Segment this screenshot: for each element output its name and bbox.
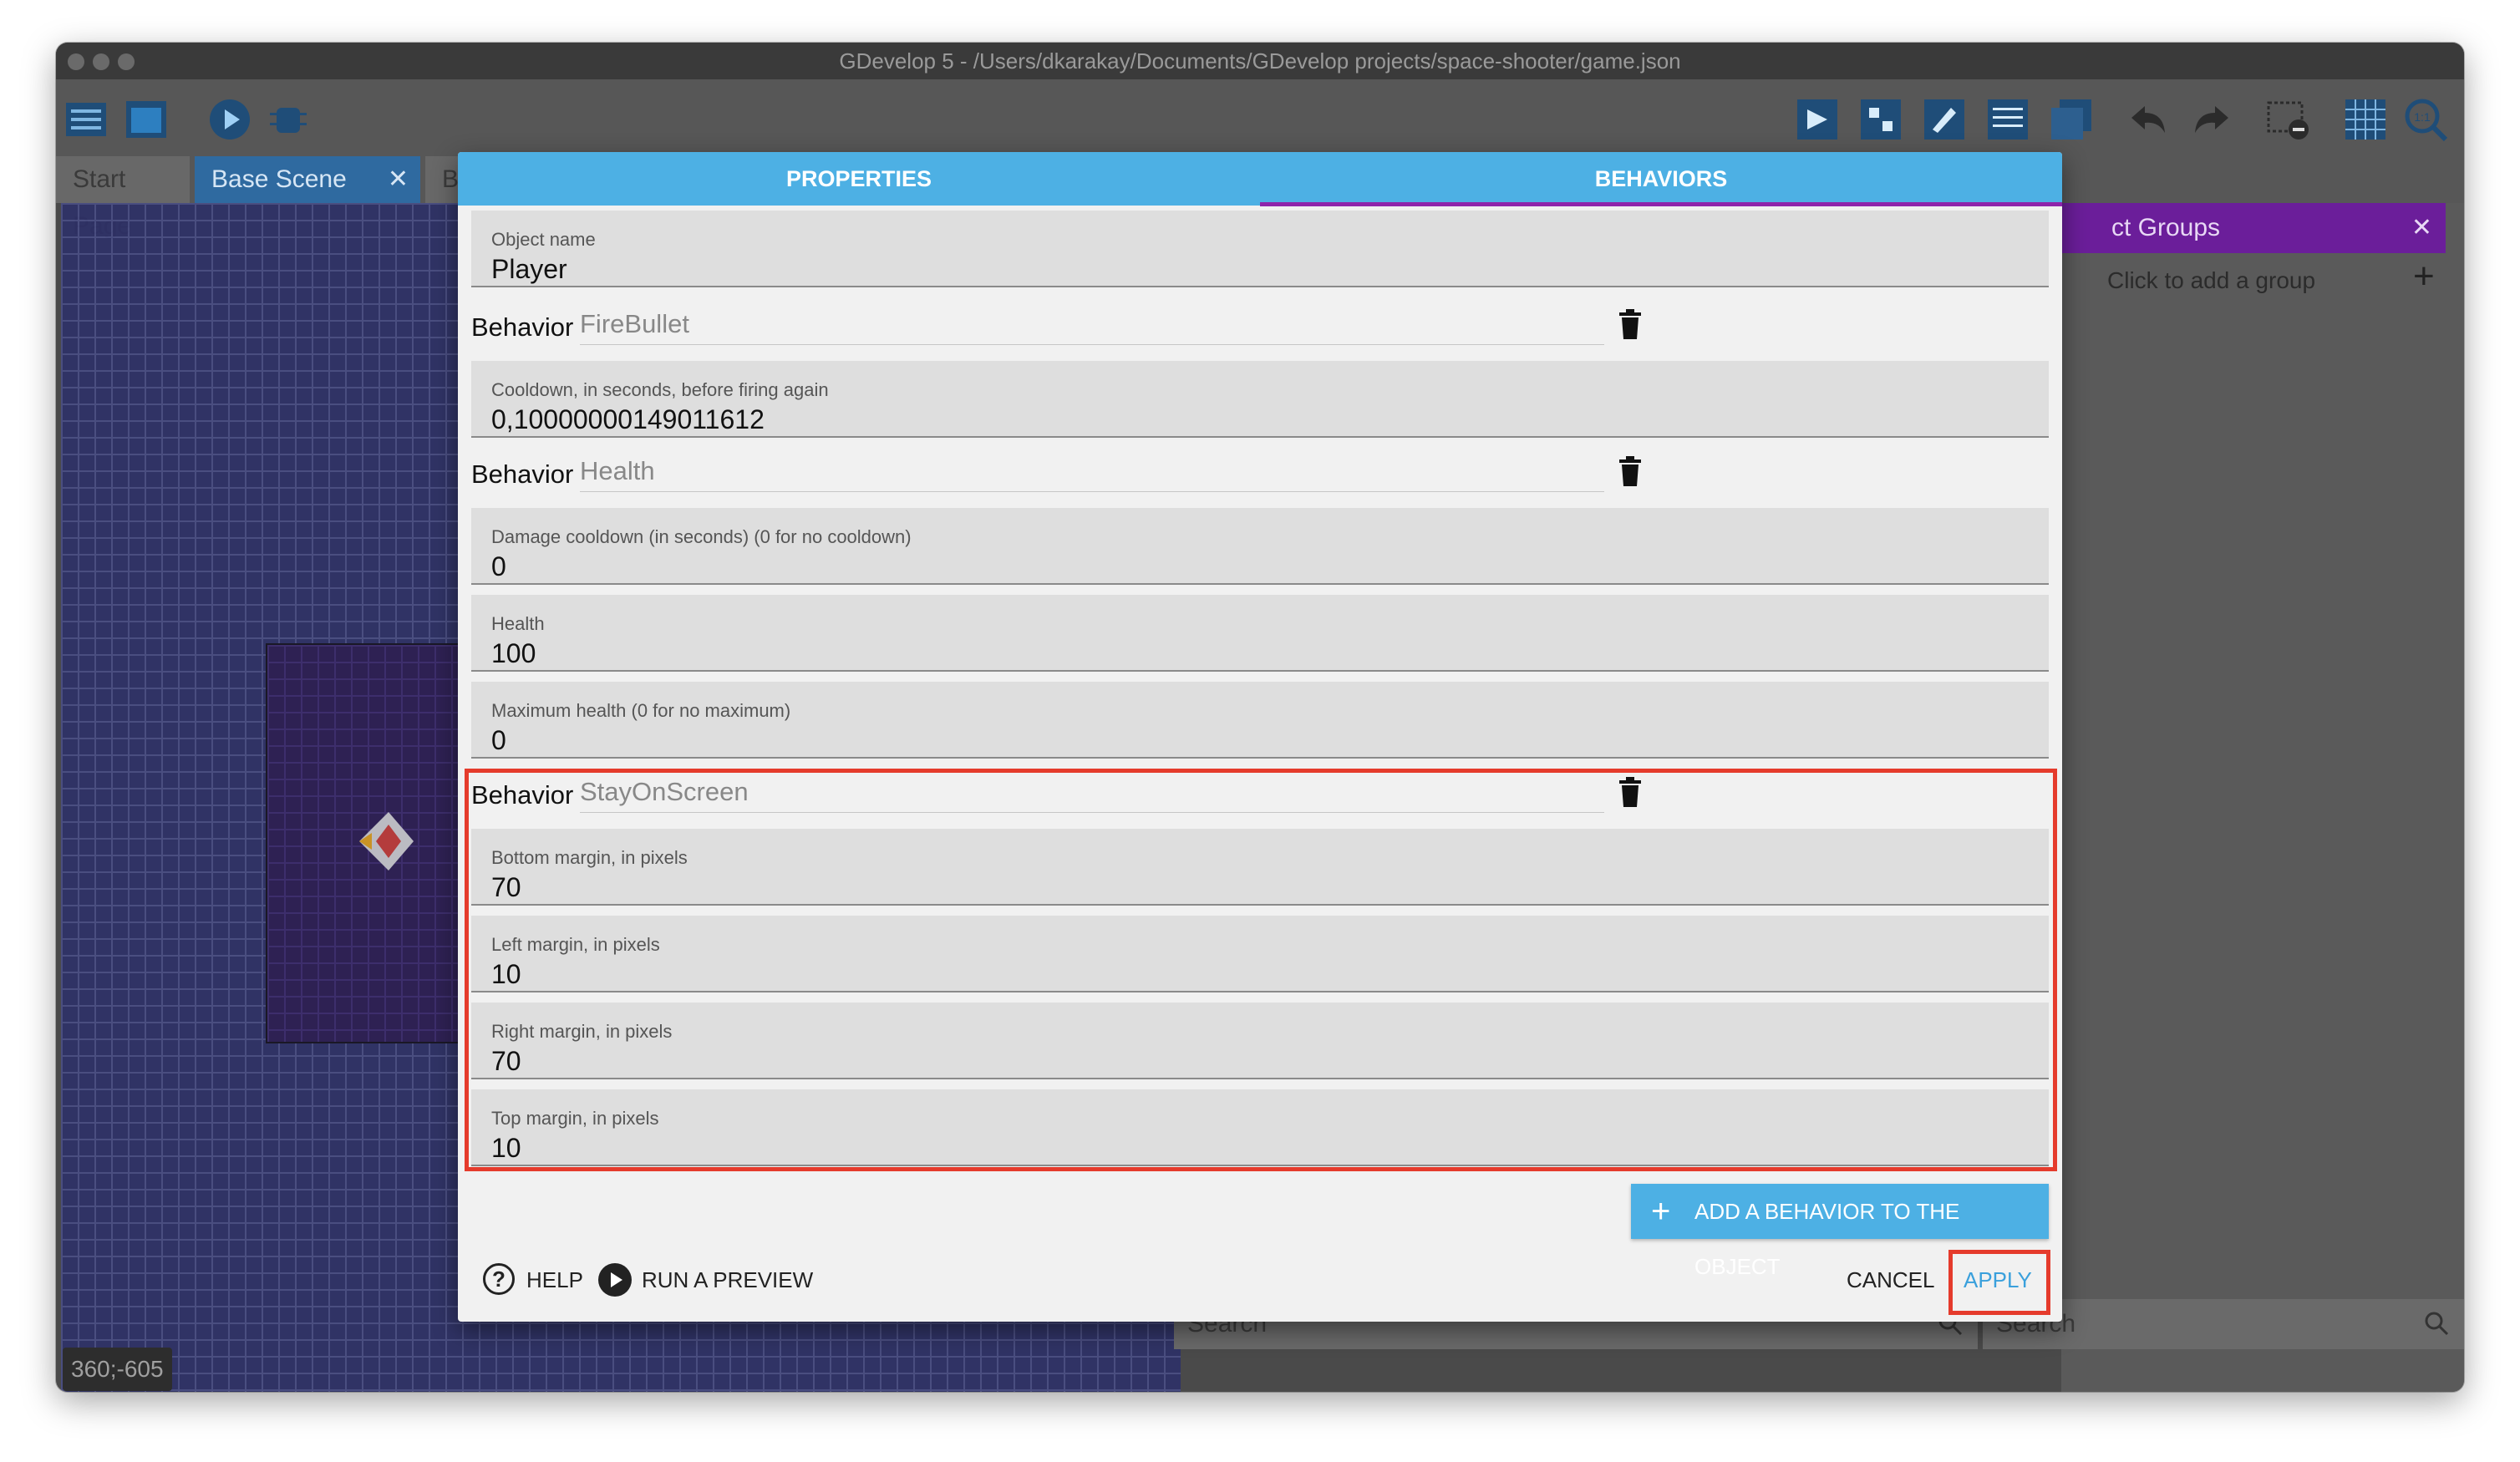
object-editor-icon[interactable]: [1794, 96, 1841, 143]
behavior-header-stayonscreen: Behavior StayOnScreen: [471, 767, 2049, 815]
main-toolbar: 1:1: [56, 79, 2464, 156]
grid-icon[interactable]: [2342, 96, 2389, 143]
help-button[interactable]: HELP: [526, 1261, 583, 1298]
object-groups-panel: [2061, 203, 2464, 1392]
undo-icon[interactable]: [2125, 96, 2172, 143]
close-window-button[interactable]: [68, 53, 84, 70]
field-label: Top margin, in pixels: [491, 1108, 659, 1129]
project-manager-icon[interactable]: [63, 96, 109, 143]
behavior-name-input[interactable]: Health: [580, 456, 655, 486]
window-title: GDevelop 5 - /Users/dkarakay/Documents/G…: [839, 48, 1681, 74]
field-value: 0: [491, 551, 506, 581]
maximize-window-button[interactable]: [118, 53, 135, 70]
field-label: Bottom margin, in pixels: [491, 847, 688, 868]
right-margin-field[interactable]: Right margin, in pixels 70: [471, 1003, 2049, 1079]
delete-behavior-icon[interactable]: [1618, 309, 1643, 341]
field-label: Cooldown, in seconds, before firing agai…: [491, 379, 829, 400]
left-margin-field[interactable]: Left margin, in pixels 10: [471, 916, 2049, 992]
behavior-name-underline: [580, 812, 1604, 813]
add-group-text[interactable]: Click to add a group: [2107, 267, 2315, 294]
field-value: 0,10000000149011612: [491, 404, 765, 434]
behavior-name-underline: [580, 491, 1604, 492]
field-value: 10: [491, 1133, 521, 1163]
plus-icon: +: [1651, 1193, 1671, 1230]
debugger-icon[interactable]: [265, 96, 312, 143]
tab-start-page[interactable]: Start Page: [56, 156, 190, 240]
behavior-prefix: Behavior: [471, 312, 574, 342]
zoom-grid-icon[interactable]: [2265, 96, 2312, 143]
cancel-button[interactable]: CANCEL: [1847, 1261, 1934, 1298]
field-value: 0: [491, 725, 506, 755]
damage-cooldown-field[interactable]: Damage cooldown (in seconds) (0 for no c…: [471, 508, 2049, 585]
close-panel-icon[interactable]: ✕: [2411, 203, 2432, 253]
svg-text:1:1: 1:1: [2414, 110, 2431, 124]
run-preview-button[interactable]: RUN A PREVIEW: [642, 1261, 813, 1298]
bottom-margin-field[interactable]: Bottom margin, in pixels 70: [471, 829, 2049, 906]
scene-editor-icon[interactable]: [123, 96, 170, 143]
health-field[interactable]: Health 100: [471, 595, 2049, 672]
object-groups-header: ct Groups ✕: [2061, 203, 2446, 253]
title-bar: GDevelop 5 - /Users/dkarakay/Documents/G…: [56, 43, 2464, 79]
behavior-header-health: Behavior Health: [471, 446, 2049, 495]
cursor-coordinates: 360;-605: [63, 1348, 172, 1391]
top-margin-field[interactable]: Top margin, in pixels 10: [471, 1089, 2049, 1166]
behavior-prefix: Behavior: [471, 780, 574, 810]
add-group-plus-icon[interactable]: +: [2413, 256, 2435, 297]
zoom-reset-icon[interactable]: 1:1: [2402, 96, 2449, 143]
behavior-name-input[interactable]: FireBullet: [580, 309, 689, 339]
object-name-field[interactable]: Object name Player: [471, 211, 2049, 287]
close-tab-icon[interactable]: ✕: [388, 156, 409, 203]
field-label: Health: [491, 613, 545, 634]
field-value: 70: [491, 1046, 521, 1076]
help-icon[interactable]: ?: [483, 1263, 515, 1295]
tab-base-scene[interactable]: Base Scene ✕: [195, 156, 420, 203]
tab-behaviors[interactable]: BEHAVIORS: [1260, 152, 2062, 206]
object-editor-dialog: PROPERTIES BEHAVIORS Object name Player …: [458, 152, 2062, 1322]
field-label: Right margin, in pixels: [491, 1021, 673, 1042]
behavior-name-input[interactable]: StayOnScreen: [580, 777, 749, 807]
behavior-prefix: Behavior: [471, 459, 574, 489]
field-label: Maximum health (0 for no maximum): [491, 700, 791, 721]
search-icon[interactable]: [2424, 1311, 2449, 1336]
layout-icon[interactable]: [2048, 96, 2095, 143]
field-label: Object name: [491, 229, 596, 250]
preview-play-icon[interactable]: [206, 96, 253, 143]
active-tab-indicator: [1260, 202, 2062, 206]
properties-icon[interactable]: [1921, 96, 1968, 143]
field-value: 70: [491, 872, 521, 902]
layers-icon[interactable]: [1984, 96, 2031, 143]
player-ship-sprite[interactable]: [351, 800, 418, 883]
field-label: Left margin, in pixels: [491, 934, 660, 955]
field-value: 10: [491, 959, 521, 989]
redo-icon[interactable]: [2188, 96, 2235, 143]
tab-properties[interactable]: PROPERTIES: [458, 152, 1260, 206]
cooldown-field[interactable]: Cooldown, in seconds, before firing agai…: [471, 361, 2049, 438]
tab-label: Base Scene: [211, 165, 347, 193]
play-icon[interactable]: [598, 1263, 632, 1297]
instances-icon[interactable]: [1857, 96, 1904, 143]
behavior-header-firebullet: Behavior FireBullet: [471, 299, 2049, 348]
field-value: 100: [491, 638, 536, 668]
maximum-health-field[interactable]: Maximum health (0 for no maximum) 0: [471, 682, 2049, 759]
delete-behavior-icon[interactable]: [1618, 777, 1643, 809]
delete-behavior-icon[interactable]: [1618, 456, 1643, 488]
dialog-tabs: PROPERTIES BEHAVIORS: [458, 152, 2062, 206]
apply-button[interactable]: APPLY: [1964, 1261, 2032, 1298]
field-value: Player: [491, 254, 567, 284]
field-label: Damage cooldown (in seconds) (0 for no c…: [491, 526, 912, 547]
minimize-window-button[interactable]: [93, 53, 109, 70]
behavior-name-underline: [580, 344, 1604, 345]
object-groups-title: ct Groups: [2111, 214, 2221, 241]
add-behavior-button[interactable]: + ADD A BEHAVIOR TO THE OBJECT: [1631, 1184, 2049, 1279]
